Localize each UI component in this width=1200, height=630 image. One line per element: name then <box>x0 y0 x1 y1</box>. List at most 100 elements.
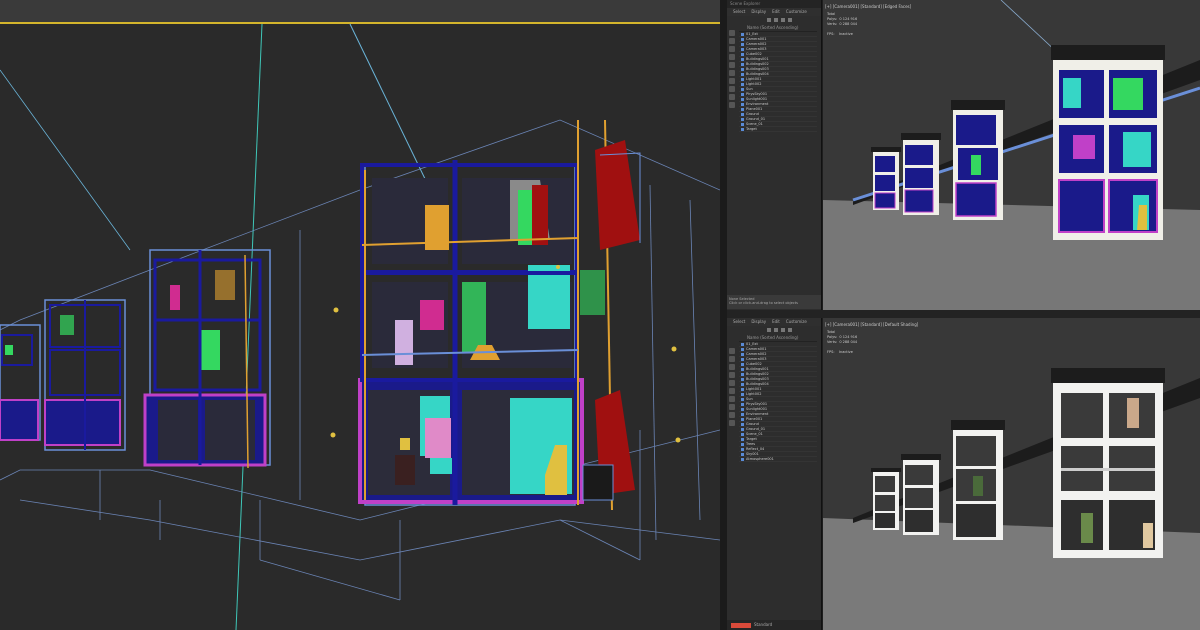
visibility-icon[interactable] <box>741 457 744 461</box>
visibility-icon[interactable] <box>741 102 744 106</box>
viewport-label[interactable]: [+] [Camera001] [Standard] [Default Shad… <box>825 322 918 327</box>
bone-filter-icon[interactable] <box>729 94 735 100</box>
shaded-scene-colored[interactable] <box>823 0 1200 310</box>
selection-hint: Click or click-and-drag to select object… <box>729 301 798 305</box>
sort-icon[interactable] <box>788 18 792 22</box>
camera-viewport-edged[interactable]: [+] [Camera001] [Standard] [Edged Faces]… <box>823 0 1200 310</box>
visibility-icon[interactable] <box>741 67 744 71</box>
camera-filter-icon[interactable] <box>729 372 735 378</box>
geometry-filter-icon[interactable] <box>729 348 735 354</box>
visibility-icon[interactable] <box>741 42 744 46</box>
visibility-icon[interactable] <box>741 52 744 56</box>
xref-filter-icon[interactable] <box>729 404 735 410</box>
visibility-icon[interactable] <box>741 427 744 431</box>
light-filter-icon[interactable] <box>729 46 735 52</box>
visibility-icon[interactable] <box>741 447 744 451</box>
scene-explorer-toolbar <box>727 16 821 24</box>
funnel-icon[interactable] <box>774 328 778 332</box>
shape-filter-icon[interactable] <box>729 38 735 44</box>
visibility-icon[interactable] <box>741 382 744 386</box>
filter-icon[interactable] <box>767 328 771 332</box>
visibility-icon[interactable] <box>741 87 744 91</box>
visibility-icon[interactable] <box>741 72 744 76</box>
container-filter-icon[interactable] <box>729 102 735 108</box>
shape-filter-icon[interactable] <box>729 356 735 362</box>
light-filter-icon[interactable] <box>729 364 735 370</box>
visibility-icon[interactable] <box>741 437 744 441</box>
building-4 <box>0 324 41 441</box>
menu-customize[interactable]: Customize <box>786 8 807 16</box>
layer-color-swatch <box>731 622 751 628</box>
scene-explorer-menu: Select Display Edit Customize <box>727 318 821 326</box>
visibility-icon[interactable] <box>741 422 744 426</box>
camera-viewport-default[interactable]: [+] [Camera001] [Standard] [Default Shad… <box>823 318 1200 630</box>
visibility-icon[interactable] <box>741 432 744 436</box>
visibility-icon[interactable] <box>741 92 744 96</box>
layers-icon[interactable] <box>781 328 785 332</box>
menu-display[interactable]: Display <box>751 8 766 16</box>
visibility-icon[interactable] <box>741 32 744 36</box>
visibility-icon[interactable] <box>741 112 744 116</box>
visibility-icon[interactable] <box>741 377 744 381</box>
xref-filter-icon[interactable] <box>729 86 735 92</box>
visibility-icon[interactable] <box>741 347 744 351</box>
visibility-icon[interactable] <box>741 127 744 131</box>
menu-edit[interactable]: Edit <box>772 8 780 16</box>
visibility-icon[interactable] <box>741 82 744 86</box>
menu-display[interactable]: Display <box>751 318 766 326</box>
visibility-icon[interactable] <box>741 407 744 411</box>
funnel-icon[interactable] <box>774 18 778 22</box>
group-filter-icon[interactable] <box>729 78 735 84</box>
visibility-icon[interactable] <box>741 452 744 456</box>
bone-filter-icon[interactable] <box>729 412 735 418</box>
sort-icon[interactable] <box>788 328 792 332</box>
visibility-icon[interactable] <box>741 77 744 81</box>
wireframe-scene[interactable] <box>0 0 720 630</box>
layers-icon[interactable] <box>781 18 785 22</box>
list-item[interactable]: Atmosphere001 <box>739 457 817 462</box>
space-warp-filter-icon[interactable] <box>729 70 735 76</box>
visibility-icon[interactable] <box>741 417 744 421</box>
visibility-icon[interactable] <box>741 397 744 401</box>
visibility-icon[interactable] <box>741 357 744 361</box>
menu-customize[interactable]: Customize <box>786 318 807 326</box>
visibility-icon[interactable] <box>741 342 744 346</box>
visibility-icon[interactable] <box>741 122 744 126</box>
visibility-icon[interactable] <box>741 392 744 396</box>
visibility-icon[interactable] <box>741 412 744 416</box>
visibility-icon[interactable] <box>741 97 744 101</box>
visibility-icon[interactable] <box>741 117 744 121</box>
menu-edit[interactable]: Edit <box>772 318 780 326</box>
menu-select[interactable]: Select <box>733 8 745 16</box>
shaded-scene-default[interactable] <box>823 318 1200 630</box>
visibility-icon[interactable] <box>741 57 744 61</box>
visibility-icon[interactable] <box>741 47 744 51</box>
geometry-filter-icon[interactable] <box>729 30 735 36</box>
viewport-horizontal-separator[interactable] <box>727 310 1200 318</box>
scene-explorer-footer[interactable]: Standard <box>727 620 821 630</box>
list-item[interactable]: Target <box>739 127 817 132</box>
visibility-icon[interactable] <box>741 352 744 356</box>
main-viewport[interactable] <box>0 0 720 630</box>
visibility-icon[interactable] <box>741 107 744 111</box>
visibility-icon[interactable] <box>741 62 744 66</box>
helper-filter-icon[interactable] <box>729 62 735 68</box>
group-filter-icon[interactable] <box>729 396 735 402</box>
visibility-icon[interactable] <box>741 442 744 446</box>
filter-icon[interactable] <box>767 18 771 22</box>
container-filter-icon[interactable] <box>729 420 735 426</box>
viewport-separator[interactable] <box>720 0 727 630</box>
visibility-icon[interactable] <box>741 367 744 371</box>
camera-filter-icon[interactable] <box>729 54 735 60</box>
visibility-icon[interactable] <box>741 387 744 391</box>
menu-select[interactable]: Select <box>733 318 745 326</box>
visibility-icon[interactable] <box>741 402 744 406</box>
viewport-label[interactable]: [+] [Camera001] [Standard] [Edged Faces] <box>825 4 911 9</box>
scene-explorer-top[interactable]: Scene Explorer Select Display Edit Custo… <box>727 0 822 310</box>
visibility-icon[interactable] <box>741 362 744 366</box>
space-warp-filter-icon[interactable] <box>729 388 735 394</box>
visibility-icon[interactable] <box>741 37 744 41</box>
scene-explorer-bottom[interactable]: Select Display Edit Customize Name (Sort… <box>727 318 822 630</box>
visibility-icon[interactable] <box>741 372 744 376</box>
helper-filter-icon[interactable] <box>729 380 735 386</box>
